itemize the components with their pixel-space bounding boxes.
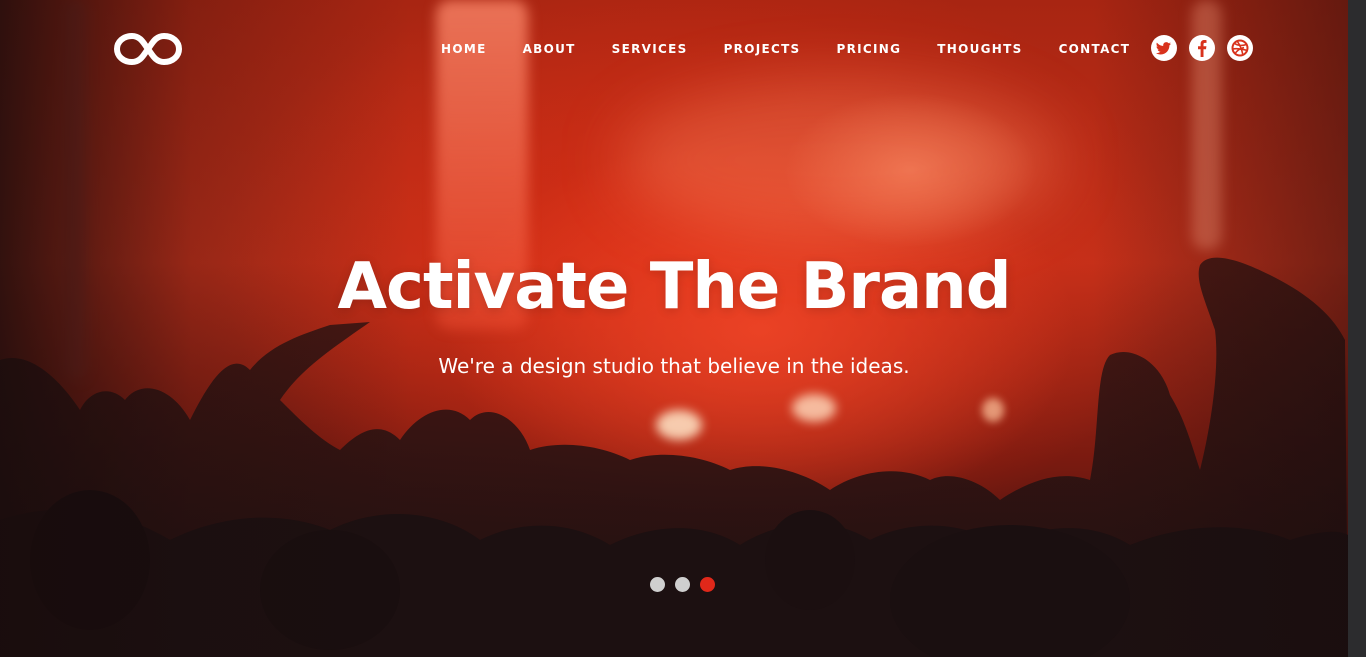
hero-section: HOME ABOUT SERVICES PROJECTS PRICING THO… bbox=[0, 0, 1366, 657]
nav-item-home[interactable]: HOME bbox=[423, 38, 505, 60]
nav-item-thoughts[interactable]: THOUGHTS bbox=[919, 38, 1040, 60]
facebook-button[interactable] bbox=[1189, 35, 1215, 61]
nav-item-contact[interactable]: CONTACT bbox=[1041, 38, 1149, 60]
twitter-bird-icon bbox=[1156, 42, 1171, 55]
facebook-icon bbox=[1198, 39, 1207, 57]
social-links bbox=[1151, 35, 1253, 61]
dribbble-button[interactable] bbox=[1227, 35, 1253, 61]
crowd-silhouette bbox=[0, 257, 1348, 657]
dribbble-icon bbox=[1231, 39, 1249, 57]
slider-pagination bbox=[650, 577, 715, 592]
main-nav: HOME ABOUT SERVICES PROJECTS PRICING THO… bbox=[423, 38, 1148, 60]
nav-item-about[interactable]: ABOUT bbox=[505, 38, 594, 60]
twitter-button[interactable] bbox=[1151, 35, 1177, 61]
slider-dot-2[interactable] bbox=[675, 577, 690, 592]
hero-title: Activate The Brand bbox=[337, 250, 1012, 324]
hero-subtitle: We're a design studio that believe in th… bbox=[438, 354, 910, 378]
infinity-logo-icon[interactable] bbox=[113, 30, 183, 68]
slider-dot-3[interactable] bbox=[700, 577, 715, 592]
nav-item-pricing[interactable]: PRICING bbox=[819, 38, 920, 60]
scrollbar-track[interactable] bbox=[1348, 0, 1366, 657]
nav-item-services[interactable]: SERVICES bbox=[594, 38, 706, 60]
nav-item-projects[interactable]: PROJECTS bbox=[706, 38, 819, 60]
slider-dot-1[interactable] bbox=[650, 577, 665, 592]
